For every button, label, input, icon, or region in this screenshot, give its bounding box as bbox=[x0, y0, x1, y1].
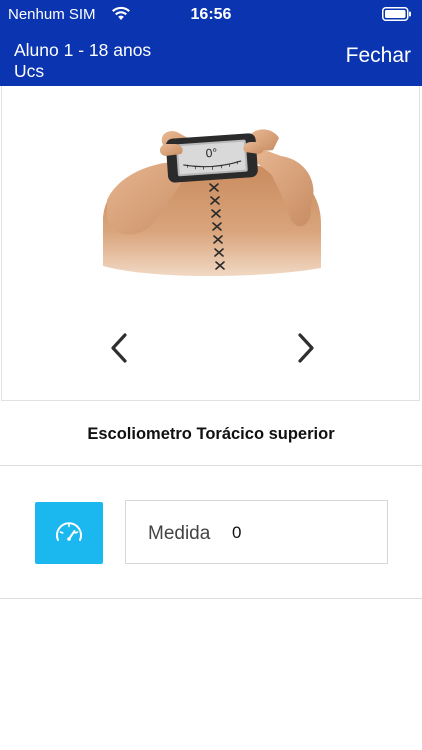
status-time: 16:56 bbox=[190, 6, 232, 23]
close-button[interactable]: Fechar bbox=[346, 44, 411, 68]
student-name-age: Aluno 1 - 18 anos bbox=[14, 40, 152, 60]
bottom-safe-area bbox=[0, 719, 422, 750]
measure-button[interactable] bbox=[35, 502, 103, 564]
measure-label: Medida bbox=[148, 523, 211, 544]
content-bottom-area bbox=[0, 599, 422, 719]
exercise-image-card: 0° bbox=[1, 86, 420, 401]
scoliometer-back-illustration: 0° bbox=[103, 129, 321, 276]
measure-panel: Medida 0 bbox=[0, 466, 422, 599]
battery-icon bbox=[382, 7, 411, 21]
chevron-left-icon[interactable] bbox=[106, 331, 132, 365]
exercise-title: Escoliometro Torácico superior bbox=[0, 402, 422, 466]
navigation-header: Nenhum SIM 16:56 Aluno 1 - 18 anos Ucs F… bbox=[0, 0, 422, 86]
student-school: Ucs bbox=[14, 61, 45, 81]
student-title: Aluno 1 - 18 anos Ucs bbox=[14, 40, 274, 82]
status-bar: Nenhum SIM 16:56 bbox=[0, 0, 422, 28]
scoliometer-reading: 0° bbox=[205, 146, 218, 161]
measure-field[interactable]: Medida 0 bbox=[125, 500, 388, 564]
speedometer-icon bbox=[56, 522, 82, 541]
measure-value[interactable]: 0 bbox=[232, 523, 241, 543]
chevron-right-icon[interactable] bbox=[293, 331, 319, 365]
